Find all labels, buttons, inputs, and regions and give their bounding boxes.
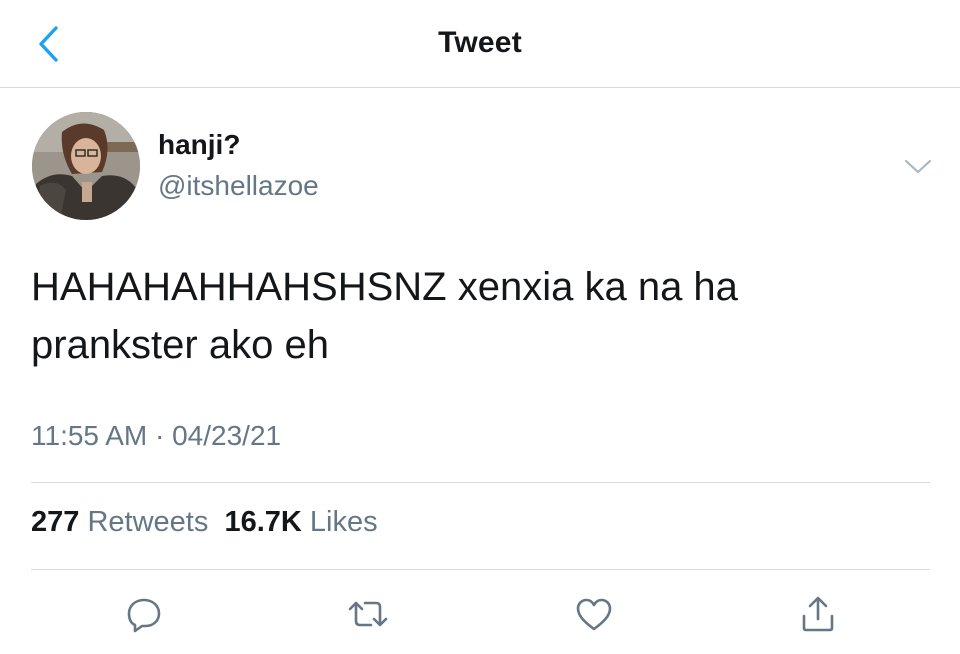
divider bbox=[31, 482, 930, 483]
tweet-timestamp: 11:55 AM · 04/23/21 bbox=[31, 420, 282, 451]
avatar[interactable] bbox=[32, 112, 140, 220]
retweet-icon bbox=[348, 601, 388, 627]
likes-count: 16.7K bbox=[224, 506, 302, 538]
profile-picture bbox=[32, 112, 140, 220]
retweets-label: Retweets bbox=[87, 506, 209, 538]
tweet-options-button[interactable] bbox=[900, 152, 936, 182]
reply-icon bbox=[127, 598, 161, 633]
retweets-count: 277 bbox=[31, 506, 80, 538]
tweet-text: HAHAHAHHAHSHSNZ xenxia ka na ha prankste… bbox=[31, 258, 931, 374]
share-button[interactable] bbox=[794, 590, 842, 638]
likes-stat[interactable]: 16.7K Likes bbox=[224, 506, 377, 538]
author-handle[interactable]: @itshellazoe bbox=[158, 170, 319, 202]
reply-button[interactable] bbox=[120, 590, 168, 638]
tweet-stats: 277 Retweets 16.7K Likes bbox=[31, 506, 378, 539]
likes-label: Likes bbox=[309, 506, 378, 538]
retweet-button[interactable] bbox=[344, 590, 392, 638]
top-navigation-bar: Tweet bbox=[0, 0, 960, 88]
page-title: Tweet bbox=[438, 26, 522, 59]
like-button[interactable] bbox=[570, 590, 618, 638]
retweets-stat[interactable]: 277 Retweets bbox=[31, 506, 208, 538]
tweet-text-line: HAHAHAHHAHSHSNZ xenxia ka na ha bbox=[31, 265, 738, 309]
tweet-text-line: prankster ako eh bbox=[31, 323, 329, 367]
heart-icon bbox=[576, 598, 612, 631]
chevron-down-icon bbox=[904, 159, 932, 174]
divider bbox=[31, 569, 930, 570]
author-display-name[interactable]: hanji? bbox=[158, 129, 240, 161]
share-icon bbox=[802, 596, 834, 632]
